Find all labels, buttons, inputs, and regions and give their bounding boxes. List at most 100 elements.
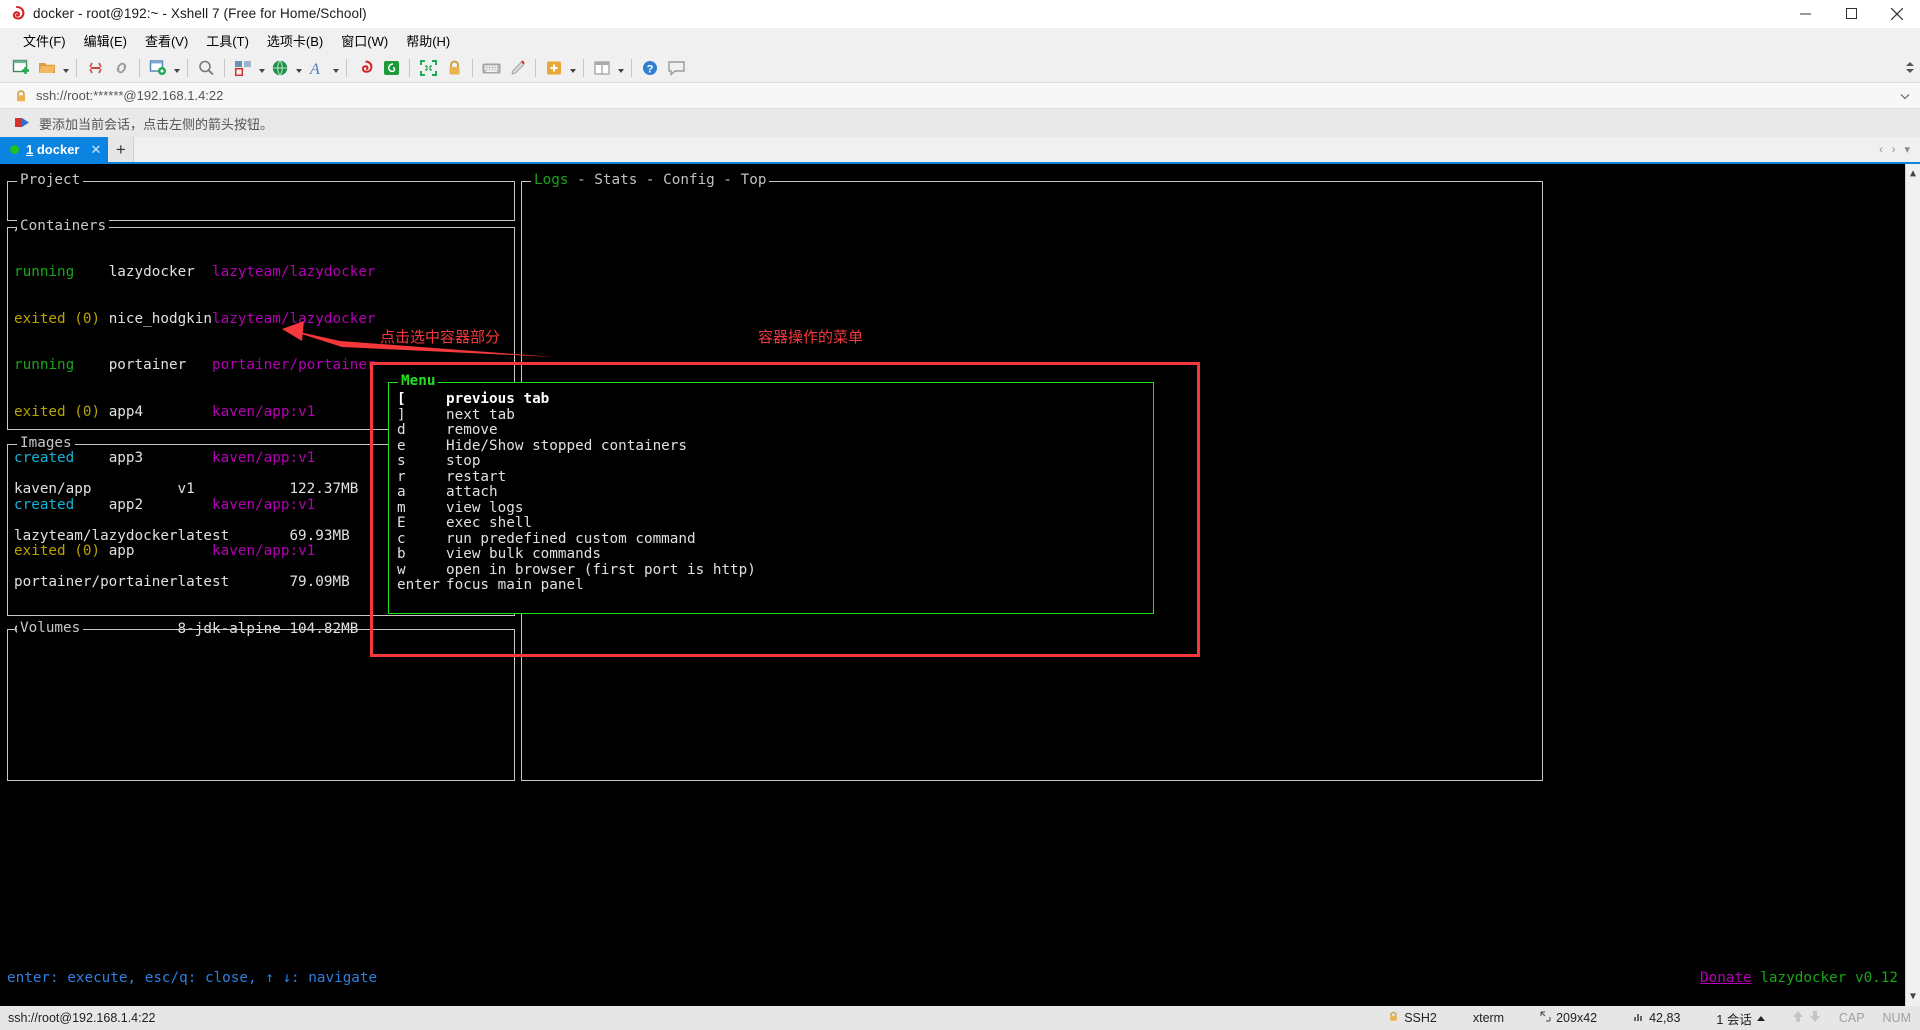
tab-stats[interactable]: Stats <box>594 172 637 188</box>
status-connection: ssh://root@192.168.1.4:22 <box>8 1011 156 1025</box>
lock-button[interactable] <box>441 56 467 80</box>
address-bar[interactable]: ssh://root:******@192.168.1.4:22 <box>0 82 1920 109</box>
menu-item-label: stop <box>446 453 481 469</box>
highlight-button[interactable] <box>541 56 578 80</box>
tab-docker[interactable]: 1 docker ✕ <box>0 137 109 162</box>
tab-logs[interactable]: Logs <box>534 172 568 188</box>
popup-menu-title: Menu <box>398 373 439 390</box>
menu-item-previous-tab[interactable]: [previous tab <box>397 391 1153 408</box>
menu-window[interactable]: 窗口(W) <box>332 29 397 52</box>
container-row[interactable]: running lazydocker lazyteam/lazydocker <box>14 264 508 281</box>
properties-dropdown-caret[interactable] <box>171 56 182 80</box>
menu-item-stop[interactable]: s stop <box>397 453 1153 470</box>
link-button[interactable] <box>108 56 134 80</box>
container-exit-code: (0) <box>74 310 109 327</box>
menu-edit[interactable]: 编辑(E) <box>75 29 136 52</box>
keyboard-button[interactable] <box>478 56 504 80</box>
tab-sep: - <box>637 172 664 188</box>
menu-item-key: w <box>397 561 406 578</box>
tab-next-button[interactable]: › <box>1892 144 1896 156</box>
overflow-down-caret[interactable] <box>1906 69 1914 73</box>
container-name: app4 <box>108 403 212 420</box>
grid-button[interactable] <box>589 56 626 80</box>
popup-menu[interactable]: Menu [previous tab ] next tab d remove e Hi… <box>388 373 1154 614</box>
xshell-button[interactable] <box>352 56 378 80</box>
font-dropdown-caret[interactable] <box>330 56 341 80</box>
maximize-button[interactable] <box>1828 0 1874 28</box>
grid-dropdown-caret[interactable] <box>615 56 626 80</box>
tab-status-dot-icon <box>10 145 19 154</box>
new-session-button[interactable] <box>8 56 34 80</box>
panel-project[interactable]: Project / <box>7 173 515 234</box>
layout-dropdown-caret[interactable] <box>256 56 267 80</box>
tab-close-icon[interactable]: ✕ <box>90 142 101 158</box>
font-button[interactable]: A <box>304 56 341 80</box>
menu-item-attach[interactable]: a attach <box>397 484 1153 501</box>
disconnect-icon <box>82 56 108 80</box>
new-tab-button[interactable]: + <box>108 137 135 162</box>
toolbar-separator <box>631 58 632 77</box>
menu-item-exec-shell[interactable]: Eexec shell <box>397 515 1153 532</box>
address-dropdown-caret[interactable] <box>1900 87 1920 105</box>
chevron-up-icon[interactable] <box>1756 1015 1765 1021</box>
status-bar: ssh://root@192.168.1.4:22 SSH2 xterm 209… <box>0 1006 1920 1030</box>
tab-list-button[interactable]: ▾ <box>1904 143 1910 156</box>
xftp-button[interactable] <box>378 56 404 80</box>
terminal-view[interactable]: Project / Containers running lazydocker … <box>0 164 1920 1006</box>
menu-item-restart[interactable]: r restart <box>397 469 1153 486</box>
disconnect-button[interactable] <box>82 56 108 80</box>
menu-item-next-tab[interactable]: ] next tab <box>397 407 1153 424</box>
cursor-position-icon <box>1633 1011 1644 1025</box>
donate-link[interactable]: Donate <box>1700 970 1752 986</box>
font-icon: A <box>304 56 330 80</box>
menu-file[interactable]: 文件(F) <box>14 29 75 52</box>
session-properties-button[interactable] <box>145 56 182 80</box>
menu-item-view-logs[interactable]: m view logs <box>397 499 1153 517</box>
address-input[interactable]: ssh://root:******@192.168.1.4:22 <box>36 88 223 103</box>
menu-item-key: d <box>397 422 406 438</box>
status-sessions[interactable]: 1 会话 <box>1698 1009 1782 1028</box>
minimize-button[interactable] <box>1782 0 1828 28</box>
close-button[interactable] <box>1874 0 1920 28</box>
annotation-select-container-text: 点击选中容器部分 <box>380 328 501 346</box>
toolbar-overflow[interactable] <box>1906 62 1920 73</box>
status-terminal-type: xterm <box>1472 1011 1505 1025</box>
comment-button[interactable] <box>663 56 689 80</box>
tab-top[interactable]: Top <box>741 172 767 188</box>
menu-tools[interactable]: 工具(T) <box>197 29 258 52</box>
menu-item-bulk-commands[interactable]: b view bulk commands <box>397 546 1153 563</box>
menu-view[interactable]: 查看(V) <box>136 29 197 52</box>
session-properties-icon <box>145 56 171 80</box>
toolbar: A ? <box>0 53 1920 82</box>
annotation-container-menu-text: 容器操作的菜单 <box>758 328 864 346</box>
scroll-down-arrow-icon[interactable]: ▼ <box>1910 987 1916 1007</box>
panel-logs-tabs[interactable]: Logs - Stats - Config - Top <box>531 172 770 188</box>
menu-item-hide-show-stopped[interactable]: e Hide/Show stopped containers <box>397 438 1153 455</box>
scroll-up-arrow-icon[interactable]: ▲ <box>1910 164 1916 184</box>
title-bar: docker - root@192:~ - Xshell 7 (Free for… <box>0 0 1920 28</box>
menu-item-custom-command[interactable]: c run predefined custom command <box>397 531 1153 548</box>
globe-button[interactable] <box>267 56 304 80</box>
terminal-scrollbar[interactable]: ▲ ▼ <box>1905 164 1920 1006</box>
highlight-dropdown-caret[interactable] <box>567 56 578 80</box>
menu-help[interactable]: 帮助(H) <box>397 29 459 52</box>
container-name: lazydocker <box>108 264 212 280</box>
globe-dropdown-caret[interactable] <box>293 56 304 80</box>
fullscreen-button[interactable] <box>415 56 441 80</box>
image-tag: latest <box>177 527 290 544</box>
menu-item-focus-main-panel[interactable]: enter focus main panel <box>397 577 1153 594</box>
menu-item-remove[interactable]: d remove <box>397 422 1153 439</box>
menu-item-label: view logs <box>446 499 524 516</box>
menu-item-open-in-browser[interactable]: w open in browser (first port is http) <box>397 561 1153 579</box>
open-session-button[interactable] <box>34 56 71 80</box>
find-button[interactable] <box>193 56 219 80</box>
overflow-up-caret[interactable] <box>1906 62 1914 66</box>
help-button[interactable]: ? <box>637 56 663 80</box>
panel-volumes[interactable]: Volumes <box>7 621 515 781</box>
tab-config[interactable]: Config <box>663 172 715 188</box>
layout-button[interactable] <box>230 56 267 80</box>
folder-dropdown-caret[interactable] <box>60 56 71 80</box>
menu-tabs[interactable]: 选项卡(B) <box>258 29 332 52</box>
tab-prev-button[interactable]: ‹ <box>1879 144 1883 156</box>
compose-button[interactable] <box>504 56 530 80</box>
